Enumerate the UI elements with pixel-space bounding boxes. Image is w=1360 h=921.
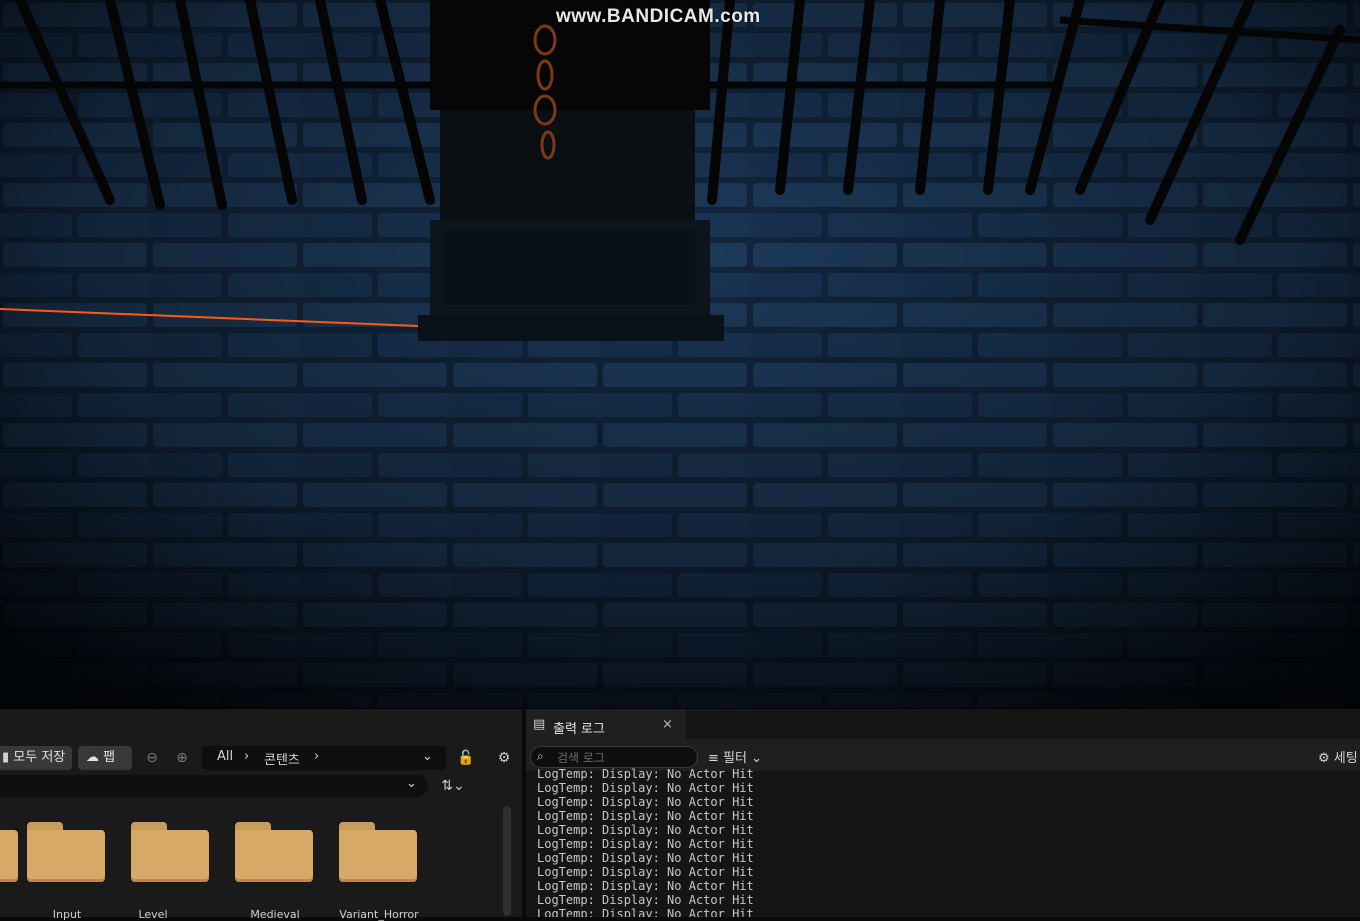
log-line: LogTemp: Display: No Actor Hit xyxy=(537,823,754,837)
tab-output-log[interactable]: ▤ 출력 로그 × xyxy=(526,709,686,739)
breadcrumb-item-content[interactable]: 콘텐츠 xyxy=(264,749,300,768)
chevron-right-icon: › xyxy=(314,749,320,764)
back-icon[interactable]: ⊖ xyxy=(142,748,162,768)
save-all-button[interactable]: ▮ 모두 저장 xyxy=(0,746,72,770)
log-line: LogTemp: Display: No Actor Hit xyxy=(537,893,754,907)
log-line: LogTemp: Display: No Actor Hit xyxy=(537,851,754,865)
search-icon: ⌕ xyxy=(537,749,544,763)
dungeon-scene xyxy=(0,0,1360,708)
fab-icon: ☁ xyxy=(86,750,99,765)
log-line: LogTemp: Display: No Actor Hit xyxy=(537,809,754,823)
log-line: LogTemp: Display: No Actor Hit xyxy=(537,837,754,851)
folder-label: Medieval xyxy=(250,908,300,921)
folder-input[interactable] xyxy=(27,822,107,884)
log-output-list[interactable]: LogTemp: Display: No Actor Hit LogTemp: … xyxy=(537,767,1337,917)
fab-label: 팹 xyxy=(103,750,116,765)
output-log-panel: ▤ 출력 로그 × ⌕ 검색 로그 ≡ 필터 ⌄ ⚙ 세팅 LogTemp: D… xyxy=(526,708,1360,917)
log-line: LogTemp: Display: No Actor Hit xyxy=(537,795,754,809)
content-scrollbar[interactable] xyxy=(503,806,511,916)
chevron-down-icon: ⌄ xyxy=(751,751,763,766)
log-tab-label: 출력 로그 xyxy=(553,722,605,737)
log-line: LogTemp: Display: No Actor Hit xyxy=(537,781,754,795)
filter-icon: ≡ xyxy=(708,751,719,766)
filter-button[interactable]: ≡ 필터 ⌄ xyxy=(708,747,762,766)
settings-button[interactable]: ⚙ 세팅 xyxy=(1318,747,1358,766)
log-line: LogTemp: Display: No Actor Hit xyxy=(537,767,754,781)
recording-watermark: www.BANDICAM.com xyxy=(556,6,761,27)
save-all-label: 모두 저장 xyxy=(13,750,66,765)
chevron-down-icon: ⌄ xyxy=(406,776,417,791)
lock-icon[interactable]: 🔓 xyxy=(456,748,476,768)
sort-icon[interactable]: ⇅⌄ xyxy=(436,776,470,796)
gear-icon: ⚙ xyxy=(1318,751,1330,766)
forward-icon[interactable]: ⊕ xyxy=(172,748,192,768)
search-log-input[interactable]: ⌕ 검색 로그 xyxy=(530,746,698,768)
folder-medieval[interactable] xyxy=(235,822,315,884)
fab-button[interactable]: ☁ 팹 xyxy=(78,746,132,770)
folder-label: Level xyxy=(138,908,168,921)
log-icon: ▤ xyxy=(533,717,546,732)
settings-label: 세팅 xyxy=(1333,751,1358,766)
search-placeholder: 검색 로그 xyxy=(557,751,605,765)
filter-label: 필터 xyxy=(723,751,747,766)
level-viewport[interactable]: www.BANDICAM.com xyxy=(0,0,1360,708)
filter-dropdown[interactable]: ⌄ xyxy=(0,775,428,797)
folder-label: Variant_Horror xyxy=(339,908,419,921)
log-line: LogTemp: Display: No Actor Hit xyxy=(537,865,754,879)
breadcrumb[interactable]: All › 콘텐츠 › ⌄ xyxy=(202,746,446,770)
breadcrumb-item-all[interactable]: All xyxy=(217,749,233,764)
folder-level[interactable] xyxy=(131,822,211,884)
gear-icon[interactable]: ⚙ xyxy=(494,748,514,768)
close-icon[interactable]: × xyxy=(662,717,673,732)
save-icon: ▮ xyxy=(2,750,10,765)
chevron-down-icon[interactable]: ⌄ xyxy=(422,749,433,764)
folder-partial[interactable] xyxy=(0,822,20,884)
log-line: LogTemp: Display: No Actor Hit xyxy=(537,879,754,893)
content-browser-panel xyxy=(0,708,522,917)
folder-variant-horror[interactable] xyxy=(339,822,419,884)
chevron-right-icon: › xyxy=(244,749,250,764)
